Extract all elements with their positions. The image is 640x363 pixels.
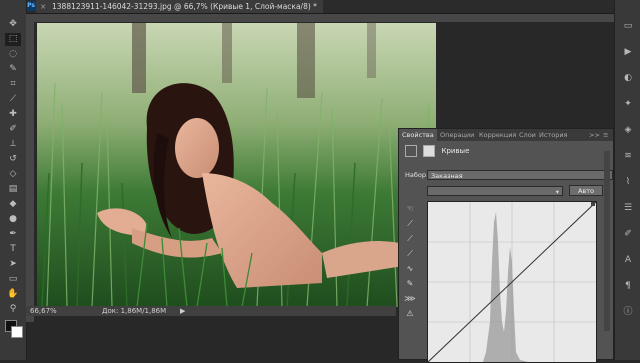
info-panel-icon[interactable]: ⓘ	[621, 306, 635, 318]
curves-title: Кривые	[441, 147, 470, 155]
curve-histogram-svg	[428, 202, 596, 362]
tab-adjustments[interactable]: Коррекция	[479, 129, 516, 141]
status-menu-arrow-icon[interactable]: ▶	[180, 306, 185, 316]
panel-dock: ▭ ▶ ◐ ✦ ◈ ≋ ⌇ ☰ ✐ A ¶ ⓘ	[614, 0, 640, 360]
quick-select-icon[interactable]: ✎	[5, 63, 21, 76]
curve-point-white	[591, 202, 595, 206]
auto-button[interactable]: Авто	[569, 185, 603, 196]
channels-panel-icon[interactable]: ≋	[621, 150, 635, 162]
document-title: 1388123911-146042-31293.jpg @ 66,7% (Кри…	[52, 2, 317, 11]
preset-select[interactable]: Заказная	[427, 170, 613, 181]
blur-icon[interactable]: ◆	[5, 198, 21, 211]
status-bar: 66,67% Док: 1,86M/1,86M ▶	[26, 306, 396, 316]
tab-actions[interactable]: Операции	[440, 129, 474, 141]
vertical-ruler[interactable]	[26, 22, 34, 322]
document-tab[interactable]: × 1388123911-146042-31293.jpg @ 66,7% (К…	[36, 0, 323, 13]
character-panel-icon[interactable]: A	[621, 254, 635, 266]
hand-icon[interactable]: ✋	[5, 288, 21, 301]
white-point-eyedropper-icon[interactable]: ⟋	[404, 248, 416, 260]
paths-panel-icon[interactable]: ⌇	[621, 176, 635, 188]
history-brush-icon[interactable]: ↺	[5, 153, 21, 166]
canvas-image[interactable]	[37, 23, 436, 307]
dodge-icon[interactable]: ●	[5, 213, 21, 226]
eyedropper-icon[interactable]: ⟋	[5, 93, 21, 106]
panel-menu-icon[interactable]: ≡	[603, 129, 608, 141]
curves-header: Кривые	[405, 145, 469, 157]
tab-history[interactable]: История	[539, 129, 567, 141]
layers-panel-icon[interactable]: ◈	[621, 124, 635, 136]
pen-icon[interactable]: ✒	[5, 228, 21, 241]
document-size-info: Док: 1,86M/1,86M	[102, 307, 167, 315]
photoshop-logo-icon: Ps	[26, 1, 36, 11]
tab-layers[interactable]: Слои	[519, 129, 536, 141]
photo-woman-in-grass	[37, 23, 436, 307]
tab-close-icon[interactable]: ×	[40, 0, 46, 13]
gray-point-eyedropper-icon[interactable]: ⟋	[404, 233, 416, 245]
move-icon[interactable]: ✥	[5, 18, 21, 31]
smooth-icon[interactable]: ⋙	[404, 293, 416, 305]
horizontal-ruler[interactable]	[26, 14, 614, 22]
zoom-icon[interactable]: ⚲	[5, 303, 21, 316]
layer-mask-icon[interactable]	[423, 145, 436, 157]
tools-panel: ✥ ⬚ ◌ ✎ ⌗ ⟋ ✚ ✐ ⊥ ↺ ◇ ▤ ◆ ● ✒ T ➤ ▭ ✋ ⚲	[0, 0, 27, 360]
properties-panel: Свойства Операции Коррекция Слои История…	[398, 128, 614, 363]
curve-edit-icon[interactable]: ∿	[404, 263, 416, 275]
preset-label: Набор:	[405, 171, 429, 179]
brush-panel-icon[interactable]: ✐	[621, 228, 635, 240]
paragraph-panel-icon[interactable]: ¶	[621, 280, 635, 292]
gradient-icon[interactable]: ▤	[5, 183, 21, 196]
panel-tabs: Свойства Операции Коррекция Слои История…	[399, 129, 613, 141]
brush-icon[interactable]: ✐	[5, 123, 21, 136]
channel-select[interactable]	[427, 186, 563, 197]
panel-collapse-icon[interactable]: >>	[589, 129, 600, 141]
curves-adjustment-icon	[405, 145, 417, 157]
healing-icon[interactable]: ✚	[5, 108, 21, 121]
path-select-icon[interactable]: ➤	[5, 258, 21, 271]
history-panel-icon[interactable]: ▭	[621, 20, 635, 32]
pencil-draw-icon[interactable]: ✎	[404, 278, 416, 290]
marquee-icon[interactable]: ⬚	[5, 33, 21, 46]
tab-properties[interactable]: Свойства	[399, 129, 437, 141]
lasso-icon[interactable]: ◌	[5, 48, 21, 61]
document-tab-bar: × 1388123911-146042-31293.jpg @ 66,7% (К…	[26, 0, 640, 14]
type-icon[interactable]: T	[5, 243, 21, 256]
background-color-swatch[interactable]	[11, 326, 23, 338]
styles-panel-icon[interactable]: ✦	[621, 98, 635, 110]
panel-scrollbar[interactable]	[604, 151, 610, 331]
clipping-warning-icon[interactable]: ⚠	[404, 308, 416, 320]
histogram	[428, 212, 528, 362]
properties-panel-icon[interactable]: ☰	[621, 202, 635, 214]
curve-graph[interactable]	[427, 201, 597, 363]
black-point-eyedropper-icon[interactable]: ⟋	[404, 218, 416, 230]
eraser-icon[interactable]: ◇	[5, 168, 21, 181]
actions-panel-icon[interactable]: ▶	[621, 46, 635, 58]
crop-icon[interactable]: ⌗	[5, 78, 21, 91]
shape-icon[interactable]: ▭	[5, 273, 21, 286]
preset-value: Заказная	[431, 172, 463, 180]
stamp-icon[interactable]: ⊥	[5, 138, 21, 151]
target-adjust-icon[interactable]: ☜	[404, 203, 416, 215]
zoom-level[interactable]: 66,67%	[30, 306, 57, 316]
adjustments-panel-icon[interactable]: ◐	[621, 72, 635, 84]
